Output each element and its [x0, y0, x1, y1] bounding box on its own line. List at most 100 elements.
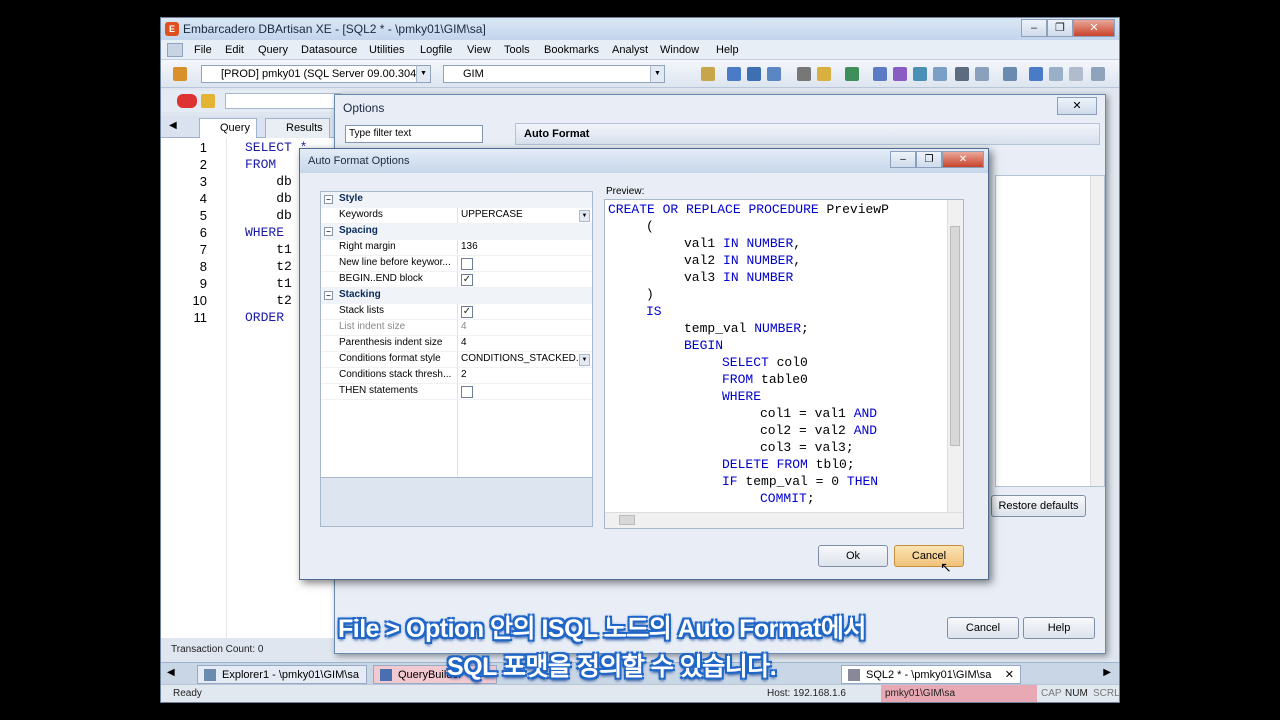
menu-file[interactable]: File: [194, 44, 212, 56]
preview-code-line: val2 IN NUMBER,: [684, 253, 802, 268]
property-checkbox[interactable]: ✓: [461, 306, 473, 318]
options-cancel-button[interactable]: Cancel: [947, 617, 1019, 639]
property-value[interactable]: 4: [461, 337, 591, 348]
property-row[interactable]: New line before keywor...: [321, 256, 592, 272]
layout-icon[interactable]: [1003, 67, 1017, 81]
schema-icon[interactable]: [893, 67, 907, 81]
tab-scroll-right-icon[interactable]: ▶: [1103, 667, 1111, 678]
dbartisan-app-icon[interactable]: E: [165, 22, 179, 36]
vertical-scrollbar[interactable]: [1090, 176, 1104, 486]
property-row[interactable]: List indent size 4: [321, 320, 592, 336]
property-value[interactable]: 2: [461, 369, 591, 380]
property-checkbox[interactable]: ✓: [461, 274, 473, 286]
lock-icon[interactable]: [201, 94, 215, 108]
property-checkbox[interactable]: [461, 386, 473, 398]
menu-query[interactable]: Query: [258, 44, 288, 56]
property-row[interactable]: Parenthesis indent size 4: [321, 336, 592, 352]
property-row[interactable]: THEN statements: [321, 384, 592, 400]
restore-defaults-button[interactable]: Restore defaults: [991, 495, 1086, 517]
property-value[interactable]: 4: [461, 321, 591, 332]
scroll-thumb[interactable]: [619, 515, 635, 525]
property-row[interactable]: BEGIN..END block ✓: [321, 272, 592, 288]
close-tab-icon[interactable]: ✕: [1005, 668, 1014, 681]
connect-icon[interactable]: [173, 67, 187, 81]
property-checkbox[interactable]: [461, 258, 473, 270]
filter-input[interactable]: Type filter text: [345, 125, 483, 143]
property-row[interactable]: Stack lists ✓: [321, 304, 592, 320]
collapse-icon[interactable]: –: [324, 227, 333, 236]
doc-tab-explorer[interactable]: Explorer1 - \pmky01\GIM\sa: [197, 665, 367, 684]
property-row[interactable]: Conditions format style CONDITIONS_STACKE…: [321, 352, 592, 368]
database-icon[interactable]: [177, 94, 197, 108]
editor-search-box[interactable]: [225, 93, 341, 109]
minimize-button[interactable]: –: [1021, 19, 1047, 37]
mail-icon[interactable]: [817, 67, 831, 81]
property-row[interactable]: Keywords UPPERCASE ▼: [321, 208, 592, 224]
property-category[interactable]: – Style: [321, 192, 592, 208]
scroll-thumb[interactable]: [950, 226, 960, 446]
menu-edit[interactable]: Edit: [225, 44, 244, 56]
collapse-icon[interactable]: –: [324, 291, 333, 300]
open-icon[interactable]: [727, 67, 741, 81]
execute-icon[interactable]: [845, 67, 859, 81]
afo-title-bar[interactable]: Auto Format Options – ❐ ✕: [300, 149, 988, 173]
property-value[interactable]: UPPERCASE: [461, 209, 591, 220]
close-button[interactable]: ✕: [1073, 19, 1115, 37]
window-icon[interactable]: [873, 67, 887, 81]
property-value[interactable]: 136: [461, 241, 591, 252]
afo-maximize-button[interactable]: ❐: [916, 151, 942, 168]
property-row[interactable]: Conditions stack thresh... 2: [321, 368, 592, 384]
sql-doc-icon[interactable]: [167, 43, 183, 57]
cancel-button[interactable]: Cancel: [894, 545, 964, 567]
help-icon[interactable]: [1091, 67, 1105, 81]
grid-separator: [457, 272, 458, 288]
doc-tab-sql2[interactable]: SQL2 * - \pmky01\GIM\sa ✕: [841, 665, 1021, 684]
menu-tools[interactable]: Tools: [504, 44, 530, 56]
chevron-down-icon[interactable]: ▼: [416, 66, 430, 82]
arrow-up-icon[interactable]: [1029, 67, 1043, 81]
tool-icon[interactable]: [975, 67, 989, 81]
options-close-button[interactable]: ✕: [1057, 97, 1097, 115]
menu-help[interactable]: Help: [716, 44, 739, 56]
property-row[interactable]: Right margin 136: [321, 240, 592, 256]
property-category[interactable]: – Spacing: [321, 224, 592, 240]
property-name: Conditions format style: [339, 353, 441, 364]
new-icon[interactable]: [701, 67, 715, 81]
menu-datasource[interactable]: Datasource: [301, 44, 357, 56]
save-icon[interactable]: [747, 67, 761, 81]
chevron-down-icon[interactable]: ▼: [650, 66, 664, 82]
tab-results[interactable]: Results: [265, 118, 330, 138]
arrow-right-icon[interactable]: [1049, 67, 1063, 81]
property-value[interactable]: CONDITIONS_STACKED...: [461, 353, 591, 364]
datasource-combo[interactable]: [PROD] pmky01 (SQL Server 09.00.3042) ▼: [201, 65, 431, 83]
chevron-down-icon[interactable]: ▼: [579, 354, 590, 366]
tab-scroll-left-icon[interactable]: ◀: [169, 120, 177, 131]
chevron-down-icon[interactable]: ▼: [579, 210, 590, 222]
tab-query[interactable]: Query: [199, 118, 257, 138]
property-category[interactable]: – Stacking: [321, 288, 592, 304]
title-bar[interactable]: E Embarcadero DBArtisan XE - [SQL2 * - \…: [161, 18, 1119, 40]
menu-analyst[interactable]: Analyst: [612, 44, 648, 56]
save-all-icon[interactable]: [767, 67, 781, 81]
preview-vertical-scrollbar[interactable]: [947, 200, 963, 512]
restore-button[interactable]: ❐: [1047, 19, 1073, 37]
menu-bookmarks[interactable]: Bookmarks: [544, 44, 599, 56]
afo-minimize-button[interactable]: –: [890, 151, 916, 168]
afo-close-button[interactable]: ✕: [942, 151, 984, 168]
print-icon[interactable]: [797, 67, 811, 81]
pin-icon[interactable]: [1069, 67, 1083, 81]
ok-button[interactable]: Ok: [818, 545, 888, 567]
collapse-icon[interactable]: –: [324, 195, 333, 204]
options-help-button[interactable]: Help: [1023, 617, 1095, 639]
tab-scroll-left-icon[interactable]: ◀: [167, 667, 175, 678]
report-icon[interactable]: [913, 67, 927, 81]
preview-code-line: SELECT col0: [722, 355, 808, 370]
menu-view[interactable]: View: [467, 44, 491, 56]
database-combo[interactable]: GIM ▼: [443, 65, 665, 83]
menu-logfile[interactable]: Logfile: [420, 44, 452, 56]
lock-icon[interactable]: [955, 67, 969, 81]
browse-icon[interactable]: [933, 67, 947, 81]
menu-window[interactable]: Window: [660, 44, 699, 56]
preview-horizontal-scrollbar[interactable]: [605, 512, 963, 528]
menu-utilities[interactable]: Utilities: [369, 44, 404, 56]
